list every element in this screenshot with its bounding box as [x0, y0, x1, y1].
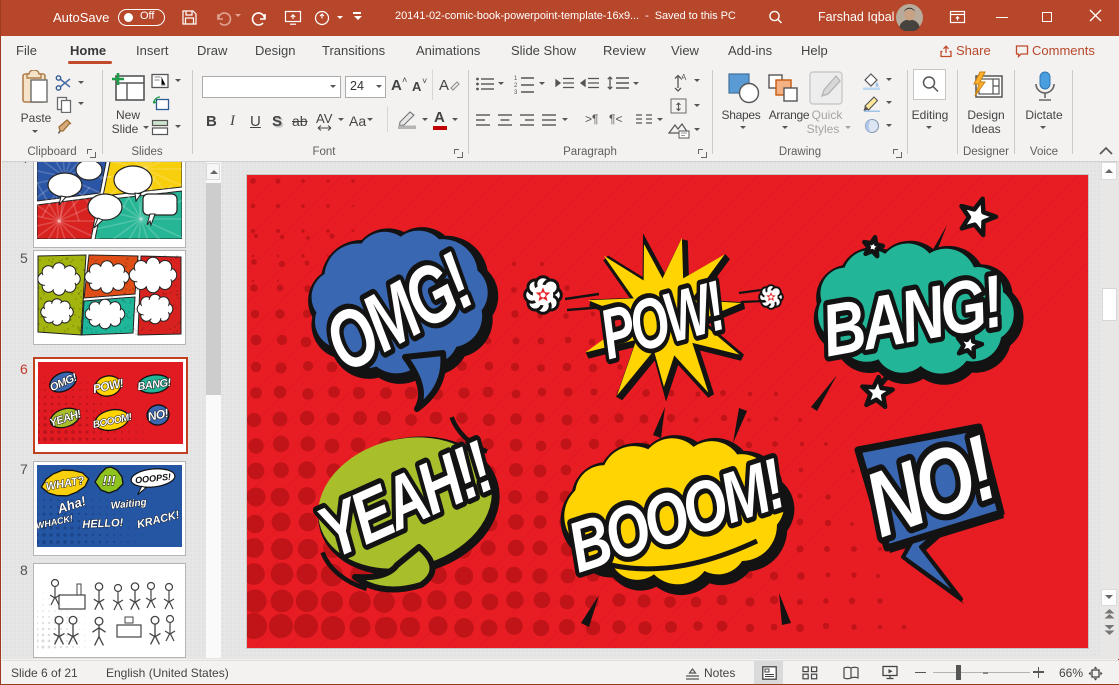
svg-text:1: 1 — [514, 76, 518, 82]
svg-text:!!!: !!! — [103, 473, 117, 488]
svg-text:2: 2 — [514, 83, 518, 89]
svg-text:A: A — [681, 73, 687, 82]
svg-text:3: 3 — [514, 90, 518, 94]
svg-text:HELLO!: HELLO! — [82, 517, 124, 531]
